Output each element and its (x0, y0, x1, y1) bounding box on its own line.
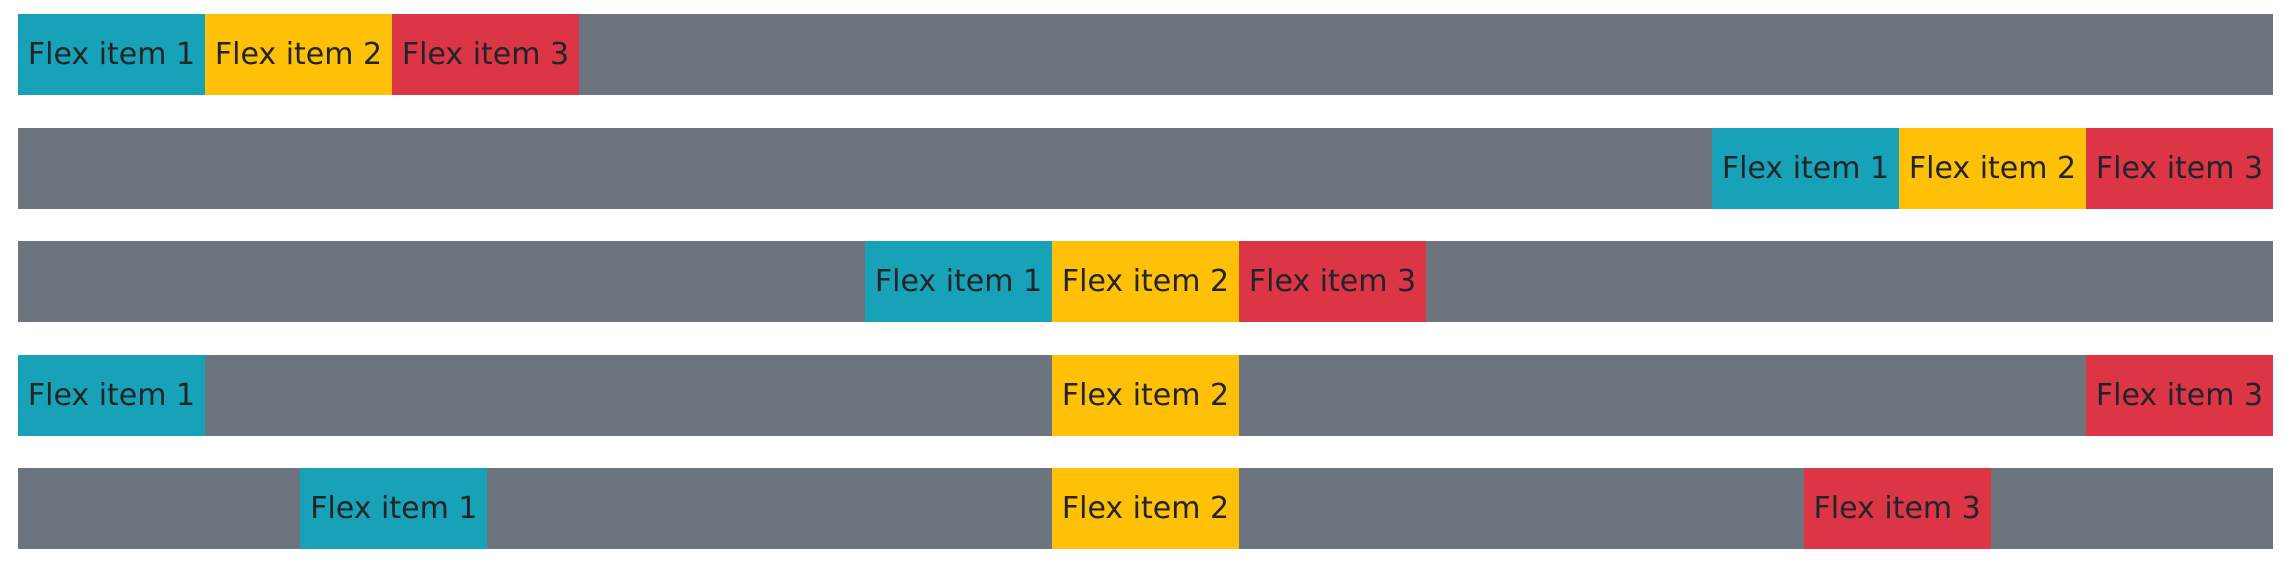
flex-row-end: Flex item 1 Flex item 2 Flex item 3 (18, 128, 2273, 209)
flex-item-3: Flex item 3 (392, 14, 579, 95)
flex-item-1: Flex item 1 (18, 355, 205, 436)
flex-row-start: Flex item 1 Flex item 2 Flex item 3 (18, 14, 2273, 95)
flex-item-2: Flex item 2 (1052, 355, 1239, 436)
flex-item-3: Flex item 3 (2086, 355, 2273, 436)
flex-row-space-between: Flex item 1 Flex item 2 Flex item 3 (18, 355, 2273, 436)
flex-item-1: Flex item 1 (865, 241, 1052, 322)
flex-row-space-around: Flex item 1 Flex item 2 Flex item 3 (18, 468, 2273, 549)
flex-row-center: Flex item 1 Flex item 2 Flex item 3 (18, 241, 2273, 322)
flex-item-3: Flex item 3 (2086, 128, 2273, 209)
flex-item-1: Flex item 1 (18, 14, 205, 95)
flex-item-1: Flex item 1 (300, 468, 488, 549)
flex-item-2: Flex item 2 (1051, 468, 1239, 549)
flex-item-3: Flex item 3 (1239, 241, 1426, 322)
flex-demo-canvas: Flex item 1 Flex item 2 Flex item 3 Flex… (0, 0, 2295, 565)
flex-item-3: Flex item 3 (1803, 468, 1991, 549)
flex-item-2: Flex item 2 (205, 14, 392, 95)
flex-item-2: Flex item 2 (1052, 241, 1239, 322)
flex-item-1: Flex item 1 (1712, 128, 1899, 209)
flex-item-2: Flex item 2 (1899, 128, 2086, 209)
